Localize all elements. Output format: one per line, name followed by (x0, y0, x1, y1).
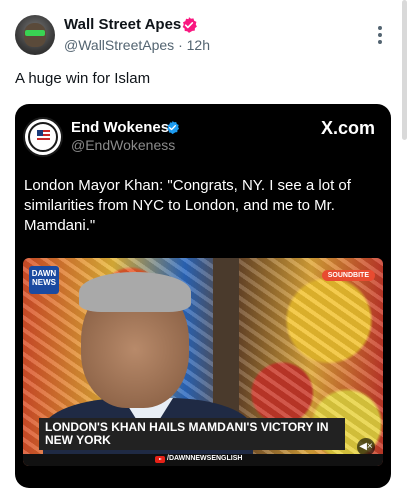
author-meta: @WallStreetApes · 12h (64, 37, 210, 53)
tweet[interactable]: Wall Street Apes @WallStreetApes · 12h A… (0, 0, 407, 500)
embedded-post-card[interactable]: End Wokeness @EndWokeness X.com London M… (15, 104, 391, 488)
post-text: A huge win for Islam (15, 70, 151, 87)
meta-separator: · (178, 37, 183, 53)
youtube-icon (155, 456, 165, 463)
video-source-label: /DAWNNEWSENGLISH (167, 455, 243, 462)
verified-badge-icon (182, 17, 197, 33)
author-handle[interactable]: @WallStreetApes (64, 37, 174, 53)
quoted-author-avatar[interactable] (23, 117, 63, 157)
avatar-visor (25, 30, 45, 36)
soundbite-tag: SOUNDBITE (321, 270, 375, 281)
scrollbar[interactable] (402, 0, 407, 140)
author-avatar[interactable] (15, 15, 55, 55)
more-options-icon[interactable] (372, 26, 388, 44)
dawn-news-logo: DAWN NEWS (29, 266, 59, 294)
us-flag-icon (37, 130, 50, 142)
quoted-verified-badge-icon (167, 120, 180, 135)
author-name[interactable]: Wall Street Apes (64, 16, 181, 33)
x-brand-label: X.com (320, 118, 375, 138)
quoted-author-handle[interactable]: @EndWokeness (71, 137, 175, 153)
post-time[interactable]: 12h (187, 37, 210, 53)
quoted-text: London Mayor Khan: "Congrats, NY. I see … (24, 177, 351, 234)
speaker-hair (79, 272, 191, 312)
video-headline: LONDON'S KHAN HAILS MAMDANI'S VICTORY IN… (39, 418, 345, 450)
quoted-author-name[interactable]: End Wokeness (71, 119, 177, 136)
video-player[interactable]: DAWN NEWS SOUNDBITE LONDON'S KHAN HAILS … (23, 258, 383, 466)
